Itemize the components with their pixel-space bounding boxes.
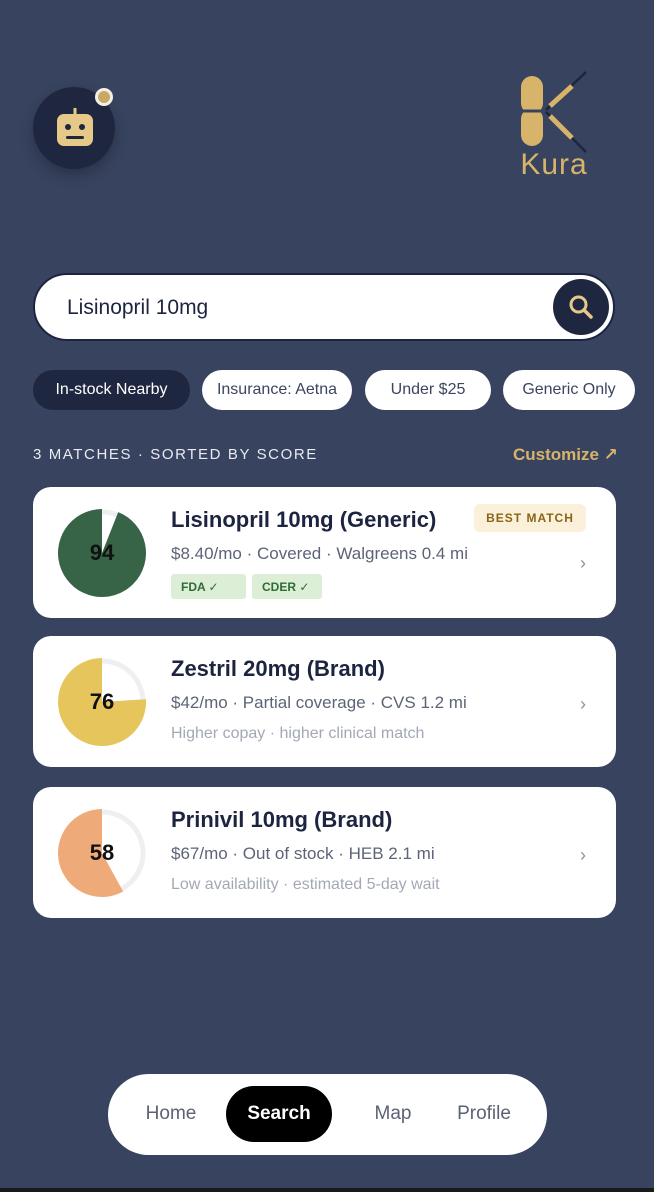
filter-chip-price[interactable]: Under $25 (365, 370, 491, 410)
drug-note: Higher copay · higher clinical match (171, 725, 425, 742)
search-button[interactable] (553, 279, 609, 335)
bottom-nav: Home Search Map Profile (108, 1074, 547, 1155)
notification-dot (95, 88, 113, 106)
drug-details: $8.40/mo · Covered · Walgreens 0.4 mi (171, 544, 468, 563)
result-card[interactable]: 76 Zestril 20mg (Brand) $42/mo · Partial… (33, 636, 616, 767)
filter-chip-insurance[interactable]: Insurance: Aetna (202, 370, 352, 410)
drug-details: $67/mo · Out of stock · HEB 2.1 mi (171, 844, 435, 863)
nav-profile[interactable]: Profile (446, 1086, 522, 1142)
filter-chip-generic[interactable]: Generic Only (503, 370, 635, 410)
logo-text: Kura (520, 148, 588, 181)
bottom-edge (0, 1188, 654, 1192)
cder-tag: CDER ✓ (252, 574, 322, 599)
search-bar (33, 273, 615, 341)
filter-chip-in-stock[interactable]: In-stock Nearby (33, 370, 190, 410)
chevron-right-icon: › (580, 694, 586, 714)
chevron-right-icon: › (580, 845, 586, 865)
fda-tag: FDA ✓ (171, 574, 246, 599)
score-value: 58 (89, 840, 115, 865)
drug-note: Low availability · estimated 5-day wait (171, 876, 440, 893)
drug-name: Prinivil 10mg (Brand) (171, 807, 393, 832)
score-value: 94 (89, 540, 115, 565)
drug-name: Zestril 20mg (Brand) (171, 656, 385, 681)
best-match-badge: BEST MATCH (474, 504, 586, 532)
robot-icon (57, 108, 93, 146)
result-card[interactable]: 94 Lisinopril 10mg (Generic) BEST MATCH … (33, 487, 616, 618)
results-summary: 3 MATCHES · SORTED BY SCORE (33, 446, 318, 463)
nav-search[interactable]: Search (226, 1086, 332, 1142)
nav-home[interactable]: Home (136, 1086, 206, 1142)
score-value: 76 (89, 689, 115, 714)
search-icon (569, 295, 593, 319)
drug-name: Lisinopril 10mg (Generic) (171, 507, 437, 532)
result-card[interactable]: 58 Prinivil 10mg (Brand) $67/mo · Out of… (33, 787, 616, 918)
chevron-right-icon: › (580, 553, 586, 573)
nav-map[interactable]: Map (363, 1086, 423, 1142)
search-input[interactable] (65, 275, 529, 341)
customize-link[interactable]: Customize ↗ (513, 445, 618, 465)
drug-details: $42/mo · Partial coverage · CVS 1.2 mi (171, 693, 467, 712)
